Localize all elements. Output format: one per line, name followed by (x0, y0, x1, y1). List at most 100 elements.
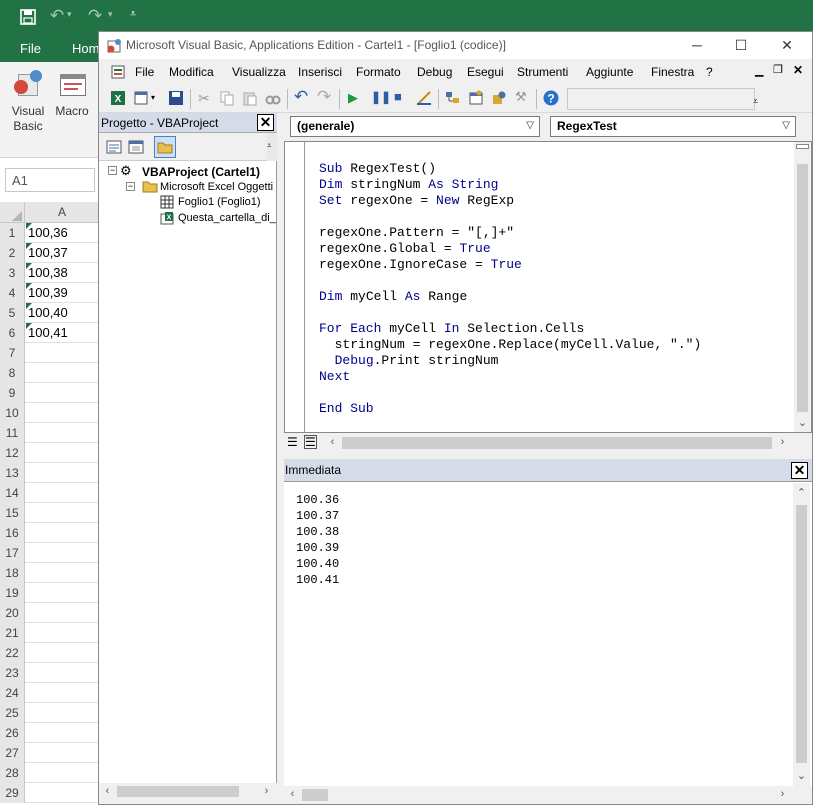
menu-finestra[interactable]: Finestra (651, 65, 694, 79)
row-header[interactable]: 25 (0, 703, 25, 723)
redo-icon[interactable]: ↷ (88, 6, 102, 26)
code-line[interactable]: Debug.Print stringNum (319, 353, 701, 369)
cell-a[interactable] (26, 463, 28, 483)
scroll-right-icon[interactable]: › (774, 434, 791, 451)
cell-a[interactable] (26, 363, 28, 383)
cell-a[interactable] (26, 623, 28, 643)
immediate-output[interactable]: 100.36 100.37 100.38 100.39 100.40 100.41 (296, 492, 339, 588)
undo-dropdown-icon[interactable]: ▾ (67, 9, 72, 20)
menu-visualizza[interactable]: Visualizza (232, 65, 286, 79)
immediate-hscrollbar[interactable]: ‹ › (284, 786, 812, 804)
code-line[interactable]: regexOne.Pattern = "[,]+" (319, 225, 701, 241)
project-toolbar-overflow[interactable]: ⩡ (267, 133, 277, 161)
maximize-button[interactable]: ☐ (719, 34, 763, 56)
row-header[interactable]: 19 (0, 583, 25, 603)
code-line[interactable]: regexOne.IgnoreCase = True (319, 257, 701, 273)
tab-home[interactable]: Hom (72, 41, 99, 56)
project-hscrollbar[interactable]: ‹ › (99, 783, 277, 801)
tree-collapse-folder-icon[interactable]: − (126, 182, 135, 191)
row-header[interactable]: 10 (0, 403, 25, 423)
cell-a[interactable]: 100,36 (26, 223, 68, 243)
procedure-combo[interactable]: RegexTest ▽ (550, 116, 796, 137)
row-header[interactable]: 6 (0, 323, 25, 343)
code-line[interactable]: Dim myCell As Range (319, 289, 701, 305)
code-line[interactable] (319, 273, 701, 289)
code-line[interactable]: regexOne.Global = True (319, 241, 701, 257)
procedure-view-icon[interactable]: ☰ (287, 435, 298, 449)
cell-a[interactable] (26, 783, 28, 803)
row-header[interactable]: 26 (0, 723, 25, 743)
tree-collapse-root-icon[interactable]: − (108, 166, 117, 175)
row-header[interactable]: 28 (0, 763, 25, 783)
cell-a[interactable] (26, 503, 28, 523)
view-code-icon[interactable] (106, 139, 122, 155)
menu-aggiunte[interactable]: Aggiunte (586, 65, 633, 79)
row-header[interactable]: 14 (0, 483, 25, 503)
cell-a[interactable]: 100,38 (26, 263, 68, 283)
design-mode-icon[interactable] (416, 90, 432, 106)
row-header[interactable]: 4 (0, 283, 25, 303)
split-bar[interactable] (796, 144, 809, 149)
toolbar-options-icon[interactable]: ⩡ (753, 96, 758, 107)
cell-a[interactable]: 100,41 (26, 323, 68, 343)
code-margin[interactable] (285, 142, 305, 432)
code-hscrollbar[interactable]: ☰ ☰ ‹ › (284, 433, 812, 453)
properties-icon[interactable] (468, 90, 484, 106)
row-header[interactable]: 23 (0, 663, 25, 683)
code-vscrollbar[interactable]: ⌄ (794, 142, 811, 432)
copy-icon[interactable] (219, 90, 235, 106)
scroll-left-icon[interactable]: ‹ (284, 786, 301, 803)
run-icon[interactable]: ▶ (348, 90, 358, 106)
project-hscroll-thumb[interactable] (117, 786, 239, 797)
cell-a[interactable] (26, 643, 28, 663)
row-header[interactable]: 7 (0, 343, 25, 363)
cell-a[interactable]: 100,39 (26, 283, 68, 303)
mdi-child-icon[interactable] (110, 64, 126, 80)
menu-formato[interactable]: Formato (356, 65, 401, 79)
row-header[interactable]: 9 (0, 383, 25, 403)
code-line[interactable]: stringNum = regexOne.Replace(myCell.Valu… (319, 337, 702, 353)
scroll-down-icon[interactable]: ⌄ (793, 768, 810, 785)
menu-debug[interactable]: Debug (417, 65, 452, 79)
cell-a[interactable] (26, 523, 28, 543)
row-header[interactable]: 5 (0, 303, 25, 323)
help-icon[interactable]: ? (543, 90, 559, 106)
code-line[interactable] (319, 385, 701, 401)
child-minimize-icon[interactable]: ▁ (755, 64, 763, 77)
code-line[interactable] (319, 209, 701, 225)
undo-icon[interactable]: ↶ (294, 87, 308, 107)
row-header[interactable]: 13 (0, 463, 25, 483)
cell-a[interactable] (26, 763, 28, 783)
code-line[interactable]: Dim stringNum As String (319, 177, 701, 193)
code-hscroll-thumb[interactable] (342, 437, 772, 449)
row-header[interactable]: 29 (0, 783, 25, 803)
cell-a[interactable] (26, 483, 28, 503)
code-line[interactable]: For Each myCell In Selection.Cells (319, 321, 701, 337)
cell-a[interactable] (26, 603, 28, 623)
child-close-icon[interactable]: ✕ (793, 63, 803, 77)
cell-a[interactable] (26, 743, 28, 763)
cell-a[interactable] (26, 423, 28, 443)
find-icon[interactable] (265, 90, 281, 106)
cell-a[interactable] (26, 343, 28, 363)
cell-a[interactable] (26, 663, 28, 683)
view-object-icon[interactable] (128, 139, 144, 155)
scroll-right-icon[interactable]: › (774, 786, 791, 803)
customize-qat-icon[interactable]: ⩡ (130, 8, 136, 21)
redo-dropdown-icon[interactable]: ▾ (108, 9, 113, 20)
name-box[interactable]: A1 (5, 168, 95, 192)
row-header[interactable]: 27 (0, 743, 25, 763)
row-header[interactable]: 2 (0, 243, 25, 263)
scroll-up-icon[interactable]: ⌃ (793, 485, 810, 502)
object-browser-icon[interactable] (491, 90, 507, 106)
code-vscroll-thumb[interactable] (797, 164, 808, 412)
menu-help[interactable]: ? (706, 65, 713, 79)
menu-strumenti[interactable]: Strumenti (517, 65, 568, 79)
tree-item-excel-objects[interactable]: Microsoft Excel Oggetti (160, 181, 273, 193)
scroll-left-icon[interactable]: ‹ (99, 783, 116, 800)
row-header[interactable]: 3 (0, 263, 25, 283)
row-header[interactable]: 16 (0, 523, 25, 543)
immediate-vscroll-thumb[interactable] (796, 505, 807, 763)
cell-a[interactable] (26, 583, 28, 603)
pause-icon[interactable]: ❚❚ (371, 90, 391, 104)
